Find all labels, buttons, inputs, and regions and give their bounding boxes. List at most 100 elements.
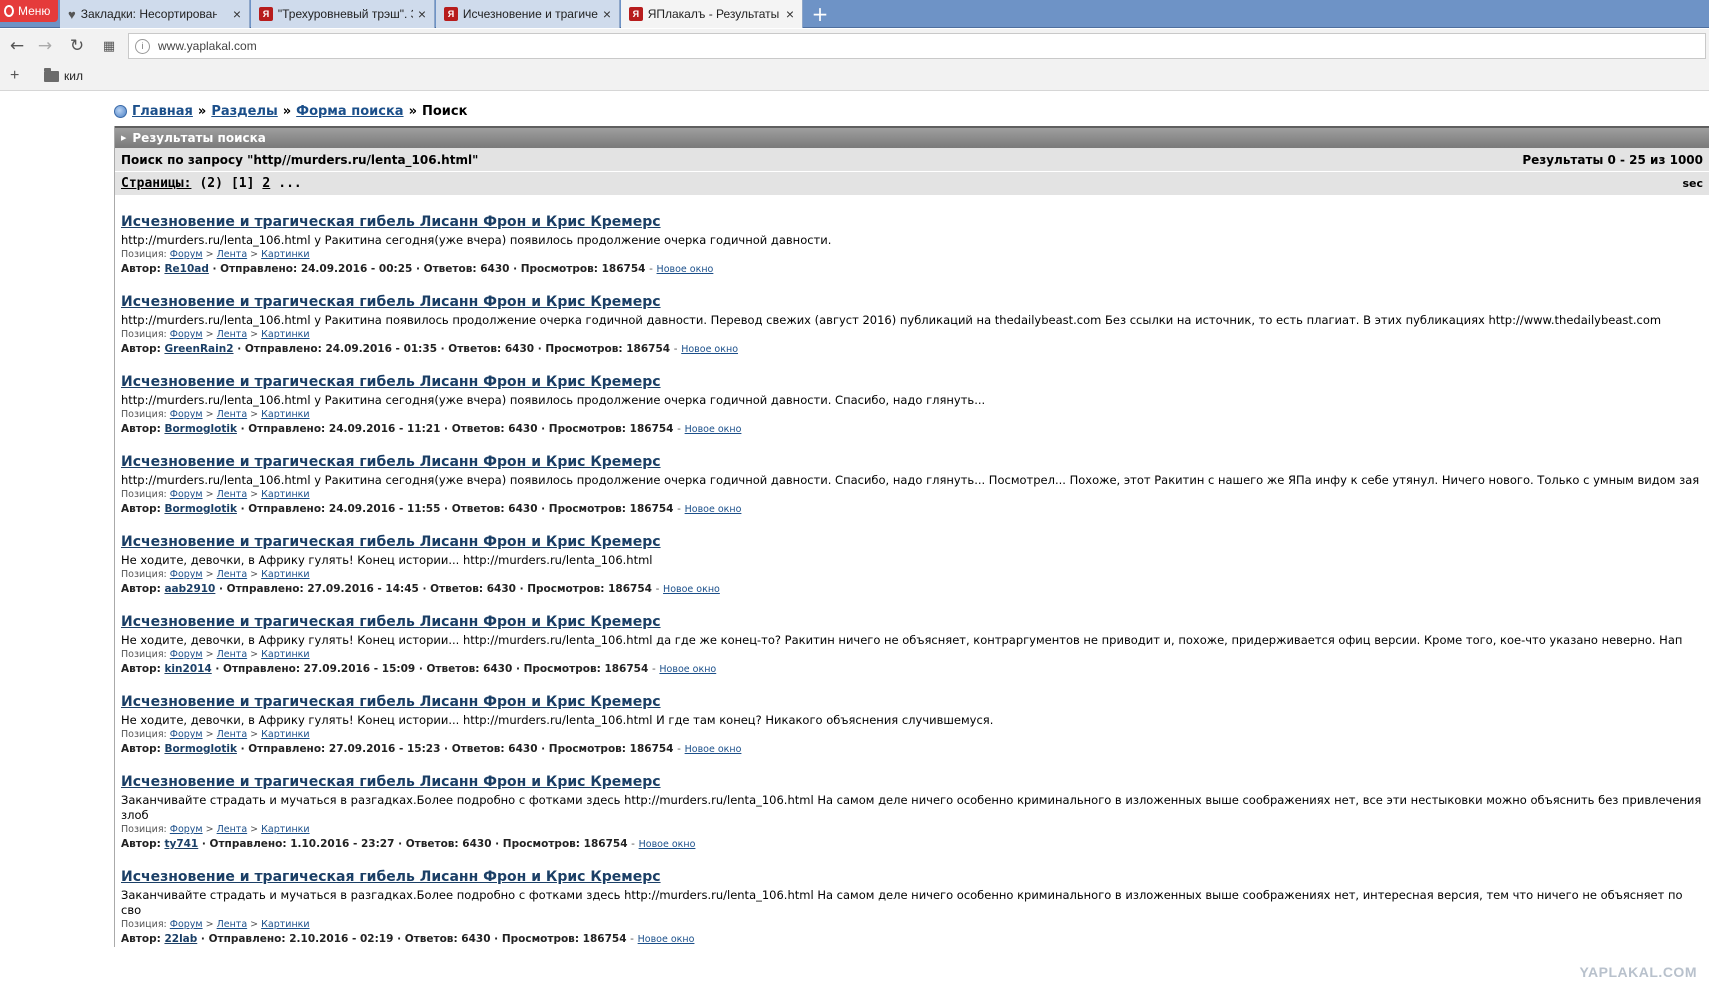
- result-snippet: Заканчивайте страдать и мучаться в разга…: [121, 888, 1683, 917]
- position-label: Позиция:: [121, 569, 167, 580]
- result-position: Позиция: Форум > Лента > Картинки: [121, 249, 310, 260]
- result-title-link[interactable]: Исчезновение и трагическая гибель Лисанн…: [121, 294, 661, 310]
- result-title-link[interactable]: Исчезновение и трагическая гибель Лисанн…: [121, 214, 661, 230]
- tab-bookmarks[interactable]: ♥ Закладки: Несортирован ×: [60, 0, 250, 28]
- new-window-link[interactable]: Новое окно: [657, 264, 714, 275]
- author-label: Автор:: [121, 343, 161, 355]
- position-link-pictures[interactable]: Картинки: [261, 919, 309, 930]
- position-link-pictures[interactable]: Картинки: [261, 649, 309, 660]
- new-window-link[interactable]: Новое окно: [681, 344, 738, 355]
- position-link-forum[interactable]: Форум: [170, 409, 203, 420]
- new-window-link[interactable]: Новое окно: [638, 934, 695, 945]
- new-window-link[interactable]: Новое окно: [659, 664, 716, 675]
- position-link-lenta[interactable]: Лента: [217, 409, 248, 420]
- result-item: Исчезновение и трагическая гибель Лисанн…: [121, 211, 1703, 277]
- position-label: Позиция:: [121, 409, 167, 420]
- result-snippet: Не ходите, девочки, в Африку гулять! Кон…: [121, 553, 653, 567]
- author-link[interactable]: Bormoglotik: [164, 503, 236, 515]
- close-icon[interactable]: ×: [603, 6, 611, 22]
- result-title-link[interactable]: Исчезновение и трагическая гибель Лисанн…: [121, 694, 661, 710]
- author-label: Автор:: [121, 743, 161, 755]
- position-link-lenta[interactable]: Лента: [217, 824, 248, 835]
- new-window-link[interactable]: Новое окно: [685, 504, 742, 515]
- address-bar[interactable]: i www.yaplakal.com: [128, 33, 1706, 59]
- post-stats: · Отправлено: 24.09.2016 - 11:21 · Ответ…: [240, 423, 674, 435]
- position-link-lenta[interactable]: Лента: [217, 649, 248, 660]
- tab-label: ЯПлакалъ - Результаты п: [647, 7, 781, 21]
- author-link[interactable]: 22lab: [164, 933, 197, 945]
- opera-logo-icon: [4, 5, 14, 17]
- author-link[interactable]: Bormoglotik: [164, 423, 236, 435]
- new-window-link[interactable]: Новое окно: [685, 424, 742, 435]
- speed-dial-grid-icon[interactable]: ▦: [98, 35, 120, 57]
- position-link-pictures[interactable]: Картинки: [261, 409, 309, 420]
- new-tab-button[interactable]: +: [808, 2, 832, 26]
- position-link-forum[interactable]: Форум: [170, 919, 203, 930]
- result-item: Исчезновение и трагическая гибель Лисанн…: [121, 866, 1703, 947]
- author-link[interactable]: Re10ad: [164, 263, 208, 275]
- tab-search-results[interactable]: Я ЯПлакалъ - Результаты п ×: [621, 0, 803, 28]
- result-meta: Автор: Bormoglotik · Отправлено: 24.09.2…: [121, 502, 1703, 517]
- close-icon[interactable]: ×: [418, 6, 426, 22]
- tab-label: Исчезновение и трагичес: [462, 7, 598, 21]
- position-link-pictures[interactable]: Картинки: [261, 569, 309, 580]
- author-link[interactable]: GreenRain2: [164, 343, 233, 355]
- position-link-lenta[interactable]: Лента: [217, 329, 248, 340]
- post-stats: · Отправлено: 24.09.2016 - 11:55 · Ответ…: [240, 503, 674, 515]
- back-arrow-icon[interactable]: ←: [6, 35, 28, 57]
- new-window-link[interactable]: Новое окно: [663, 584, 720, 595]
- result-title-link[interactable]: Исчезновение и трагическая гибель Лисанн…: [121, 534, 661, 550]
- result-item: Исчезновение и трагическая гибель Лисанн…: [121, 371, 1703, 437]
- author-link[interactable]: ty741: [164, 838, 198, 850]
- author-link[interactable]: aab2910: [164, 583, 215, 595]
- tab-trash[interactable]: Я "Трехуровневый трэш". З ×: [251, 0, 435, 28]
- result-title-link[interactable]: Исчезновение и трагическая гибель Лисанн…: [121, 454, 661, 470]
- new-window-link[interactable]: Новое окно: [639, 839, 696, 850]
- result-title-link[interactable]: Исчезновение и трагическая гибель Лисанн…: [121, 374, 661, 390]
- breadcrumb-search-form-link[interactable]: Форма поиска: [296, 104, 403, 119]
- position-link-forum[interactable]: Форум: [170, 569, 203, 580]
- breadcrumb-home-link[interactable]: Главная: [132, 104, 193, 119]
- position-link-pictures[interactable]: Картинки: [261, 824, 309, 835]
- position-link-forum[interactable]: Форум: [170, 649, 203, 660]
- result-title-link[interactable]: Исчезновение и трагическая гибель Лисанн…: [121, 774, 661, 790]
- navigation-bar: ← → ↻ ▦ i www.yaplakal.com: [0, 29, 1709, 63]
- position-link-lenta[interactable]: Лента: [217, 569, 248, 580]
- author-link[interactable]: Bormoglotik: [164, 743, 236, 755]
- author-link[interactable]: kin2014: [164, 663, 211, 675]
- tab-disappearance[interactable]: Я Исчезновение и трагичес ×: [436, 0, 620, 28]
- result-position: Позиция: Форум > Лента > Картинки: [121, 569, 310, 580]
- position-link-pictures[interactable]: Картинки: [261, 729, 309, 740]
- result-snippet: Не ходите, девочки, в Африку гулять! Кон…: [121, 713, 994, 727]
- position-link-pictures[interactable]: Картинки: [261, 329, 309, 340]
- site-info-icon[interactable]: i: [135, 38, 150, 54]
- position-link-lenta[interactable]: Лента: [217, 919, 248, 930]
- position-link-forum[interactable]: Форум: [170, 824, 203, 835]
- close-icon[interactable]: ×: [786, 6, 794, 22]
- post-stats: · Отправлено: 2.10.2016 - 02:19 · Ответо…: [200, 933, 627, 945]
- position-link-forum[interactable]: Форум: [170, 729, 203, 740]
- result-position: Позиция: Форум > Лента > Картинки: [121, 824, 310, 835]
- position-link-pictures[interactable]: Картинки: [261, 249, 309, 260]
- position-link-forum[interactable]: Форум: [170, 489, 203, 500]
- result-title-link[interactable]: Исчезновение и трагическая гибель Лисанн…: [121, 614, 661, 630]
- position-link-lenta[interactable]: Лента: [217, 489, 248, 500]
- result-title-link[interactable]: Исчезновение и трагическая гибель Лисанн…: [121, 869, 661, 885]
- browser-menu-button[interactable]: Меню: [0, 0, 58, 22]
- add-bookmark-icon[interactable]: +: [10, 67, 19, 85]
- author-label: Автор:: [121, 838, 161, 850]
- position-link-lenta[interactable]: Лента: [217, 729, 248, 740]
- reload-icon[interactable]: ↻: [66, 35, 88, 57]
- breadcrumb-sections-link[interactable]: Разделы: [211, 104, 277, 119]
- pages-label[interactable]: Страницы:: [121, 176, 191, 191]
- position-link-lenta[interactable]: Лента: [217, 249, 248, 260]
- forward-arrow-icon[interactable]: →: [34, 35, 56, 57]
- meta-separator: -: [655, 583, 660, 595]
- position-link-forum[interactable]: Форум: [170, 249, 203, 260]
- new-window-link[interactable]: Новое окно: [685, 744, 742, 755]
- bookmark-folder[interactable]: кил: [44, 67, 83, 83]
- close-icon[interactable]: ×: [233, 6, 241, 22]
- position-link-forum[interactable]: Форум: [170, 329, 203, 340]
- page-next-link[interactable]: 2: [262, 176, 270, 191]
- position-link-pictures[interactable]: Картинки: [261, 489, 309, 500]
